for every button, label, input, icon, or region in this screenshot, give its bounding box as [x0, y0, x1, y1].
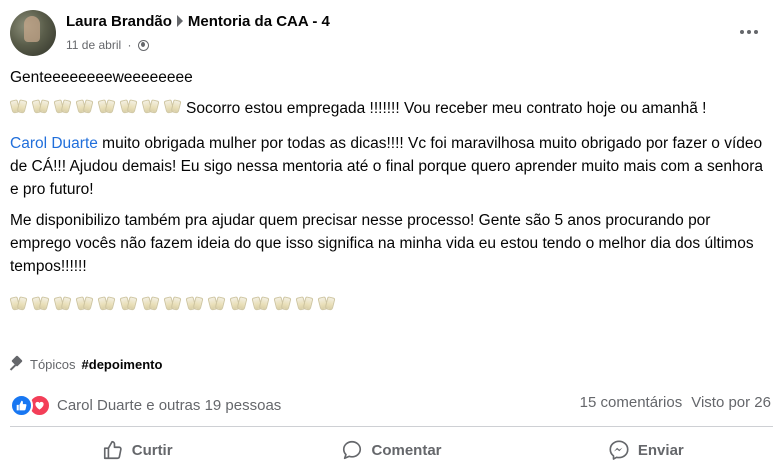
post-text-employed: Socorro estou empregada !!!!!!! Vou rece… — [186, 100, 707, 117]
post-text-thanks: muito obrigada mulher por todas as dicas… — [10, 135, 764, 198]
clinking-glasses-icon — [76, 100, 93, 114]
author-name[interactable]: Laura Brandão — [66, 13, 172, 30]
mention-link[interactable]: Carol Duarte — [10, 135, 98, 152]
action-bar: Curtir Comentar Enviar — [10, 432, 773, 468]
engagement-counts: 15 comentários Visto por 26 — [580, 394, 771, 411]
clinking-glasses-icon — [120, 297, 137, 311]
clinking-glasses-icon — [186, 297, 203, 311]
messenger-icon — [609, 440, 629, 460]
post-line-employed: Socorro estou empregada !!!!!!! Vou rece… — [10, 97, 775, 120]
group-members-icon — [137, 40, 149, 51]
reactions-text[interactable]: Carol Duarte e outras 19 pessoas — [57, 397, 281, 414]
clinking-glasses-icon — [252, 297, 269, 311]
clinking-glasses-icon — [318, 297, 335, 311]
comment-label: Comentar — [371, 441, 442, 459]
toast-emoji-row — [10, 297, 340, 314]
dot-icon — [740, 30, 744, 34]
like-label: Curtir — [131, 441, 173, 459]
clinking-glasses-icon — [32, 100, 49, 114]
clinking-glasses-icon — [54, 297, 71, 311]
views-count[interactable]: Visto por 26 — [691, 394, 771, 411]
comment-icon — [343, 440, 362, 460]
clinking-glasses-icon — [10, 297, 27, 311]
post-line-greeting: Genteeeeeeeeweeeeeeee — [10, 69, 193, 86]
group-name[interactable]: Mentoria da CAA - 4 — [188, 13, 330, 30]
post-header: Laura Brandão Mentoria da CAA - 4 11 de a… — [10, 10, 773, 58]
post-stats: Carol Duarte e outras 19 pessoas 15 come… — [10, 392, 771, 417]
post-date[interactable]: 11 de abril — [66, 38, 121, 52]
comment-button[interactable]: Comentar — [264, 432, 518, 468]
meta-separator: · — [127, 38, 132, 52]
clinking-glasses-icon — [296, 297, 313, 311]
like-reaction-icon — [10, 394, 33, 417]
thumbs-up-icon — [103, 440, 122, 460]
comments-count[interactable]: 15 comentários — [580, 394, 683, 411]
clinking-glasses-icon — [76, 297, 93, 311]
post-body: Genteeeeeeeeweeeeeeee Socorro estou empr… — [10, 66, 775, 317]
post-line-toasts — [10, 294, 775, 317]
clinking-glasses-icon — [98, 297, 115, 311]
divider — [10, 426, 773, 427]
caret-right-icon — [176, 15, 183, 27]
author-avatar[interactable] — [10, 10, 56, 56]
clinking-glasses-icon — [54, 100, 71, 114]
clinking-glasses-icon — [164, 100, 181, 114]
clinking-glasses-icon — [164, 297, 181, 311]
feed-post: Laura Brandão Mentoria da CAA - 4 11 de a… — [0, 0, 783, 467]
topics-row: Tópicos #depoimento — [10, 353, 162, 375]
dot-icon — [754, 30, 758, 34]
clinking-glasses-icon — [32, 297, 49, 311]
clinking-glasses-icon — [142, 297, 159, 311]
send-label: Enviar — [637, 441, 684, 459]
dot-icon — [747, 30, 751, 34]
clinking-glasses-icon — [142, 100, 159, 114]
more-options-button[interactable] — [737, 26, 761, 38]
like-button[interactable]: Curtir — [10, 432, 264, 468]
clinking-glasses-icon — [208, 297, 225, 311]
post-meta: 11 de abril · — [66, 38, 149, 52]
send-button[interactable]: Enviar — [519, 432, 773, 468]
clinking-glasses-icon — [98, 100, 115, 114]
clinking-glasses-icon — [120, 100, 137, 114]
post-line-thanks: Carol Duarte muito obrigada mulher por t… — [10, 132, 775, 201]
clinking-glasses-icon — [10, 100, 27, 114]
clinking-glasses-icon — [230, 297, 247, 311]
post-title: Laura Brandão Mentoria da CAA - 4 — [66, 13, 330, 30]
reactions-summary[interactable]: Carol Duarte e outras 19 pessoas — [10, 394, 281, 417]
clinking-glasses-icon — [274, 297, 291, 311]
toast-emoji-row — [10, 100, 186, 117]
hashtag-link[interactable]: #depoimento — [82, 357, 163, 372]
topics-label: Tópicos — [30, 356, 76, 372]
pin-icon — [10, 357, 24, 371]
post-line-offer: Me disponibilizo também pra ajudar quem … — [10, 212, 754, 275]
